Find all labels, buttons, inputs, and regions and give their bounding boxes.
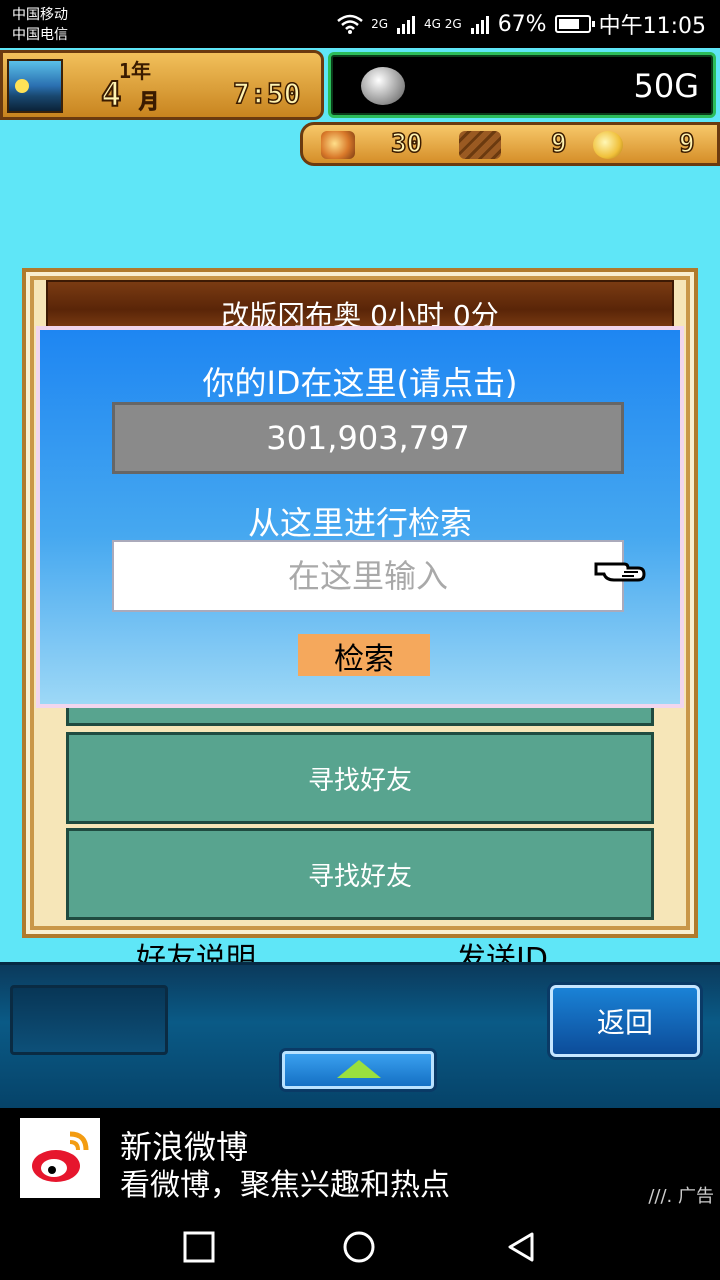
- month-label: 月: [139, 89, 160, 114]
- ad-subtitle: 看微博，聚焦兴趣和热点: [120, 1168, 450, 1203]
- find-friend-label: 寻找好友: [307, 861, 412, 892]
- friend-info-link[interactable]: 好友说明: [136, 936, 256, 962]
- bottom-links: 好友说明 发送ID: [0, 936, 720, 962]
- wood-count: 9: [550, 128, 567, 160]
- carrier-info: 中国移动 中国电信: [12, 5, 68, 45]
- player-id-box[interactable]: 301,903,797: [112, 402, 624, 474]
- signal-1-label: 2G: [371, 17, 388, 31]
- player-id: 301,903,797: [266, 419, 470, 457]
- medal-count: 9: [678, 128, 695, 160]
- coin-bag-icon: [361, 67, 405, 105]
- back-nav-icon[interactable]: [504, 1230, 538, 1264]
- home-icon[interactable]: [342, 1230, 376, 1264]
- clock: 中午11:05: [598, 14, 706, 39]
- status-bar: 中国移动 中国电信 2G 4G 2G 67% 中午11:05: [0, 0, 720, 48]
- ad-banner[interactable]: 新浪微博 看微博，聚焦兴趣和热点 ///. 广告: [0, 1108, 720, 1210]
- ad-tag: ///. 广告: [648, 1182, 714, 1208]
- status-icons: 2G 4G 2G 67% 中午11:05: [337, 8, 706, 40]
- year-label: 1年: [119, 59, 152, 83]
- back-label: 返回: [596, 1006, 653, 1039]
- id-search-dialog: 你的ID在这里(请点击) 301,903,797 从这里进行检索 检索: [36, 326, 684, 708]
- find-friend-button[interactable]: 寻找好友: [66, 732, 654, 824]
- money-panel: 50G: [328, 52, 716, 118]
- signal-icon: [470, 16, 489, 34]
- back-button[interactable]: 返回: [550, 985, 700, 1057]
- toolbar-slot[interactable]: [10, 985, 168, 1055]
- battery-percent: 67%: [497, 11, 547, 37]
- signal-2-label: 4G 2G: [424, 17, 462, 31]
- game-time: 7:50: [232, 76, 301, 111]
- signal-icon: [397, 16, 415, 34]
- fish-count: 30: [390, 128, 423, 160]
- find-friend-button[interactable]: 寻找好友: [66, 828, 654, 920]
- search-input[interactable]: [112, 540, 624, 612]
- weibo-logo-icon: [20, 1118, 100, 1198]
- battery-icon: [554, 15, 595, 33]
- wood-icon: [459, 131, 501, 159]
- wifi-icon: [337, 14, 363, 34]
- dialog-title-bar: 改版冈布奥 0小时 0分: [46, 280, 674, 332]
- carrier-2: 中国电信: [12, 27, 68, 43]
- search-prompt: 从这里进行检索: [247, 504, 472, 542]
- medal-icon: [593, 131, 623, 159]
- money-value: 50G: [633, 67, 699, 105]
- carrier-1: 中国移动: [12, 7, 68, 23]
- recent-apps-icon[interactable]: [182, 1230, 216, 1264]
- search-button[interactable]: 检索: [298, 634, 430, 677]
- ad-tag-label: 广告: [678, 1186, 714, 1207]
- month-number: 4: [100, 74, 123, 116]
- fish-icon: [321, 131, 355, 159]
- weather-icon[interactable]: [7, 59, 63, 113]
- game-toolbar: 返回: [0, 962, 720, 1108]
- navigation-bar: [0, 1210, 720, 1280]
- id-prompt: 你的ID在这里(请点击): [202, 364, 518, 402]
- pointing-hand-icon: [594, 562, 646, 582]
- date-panel: 1年 4 月 7:50: [0, 50, 324, 120]
- find-friend-label: 寻找好友: [307, 765, 412, 796]
- resource-bar: 30 9 9: [300, 122, 720, 166]
- expand-up-button[interactable]: [282, 1051, 434, 1089]
- ad-mark-icon: ///.: [648, 1186, 673, 1207]
- send-id-link[interactable]: 发送ID: [456, 936, 548, 962]
